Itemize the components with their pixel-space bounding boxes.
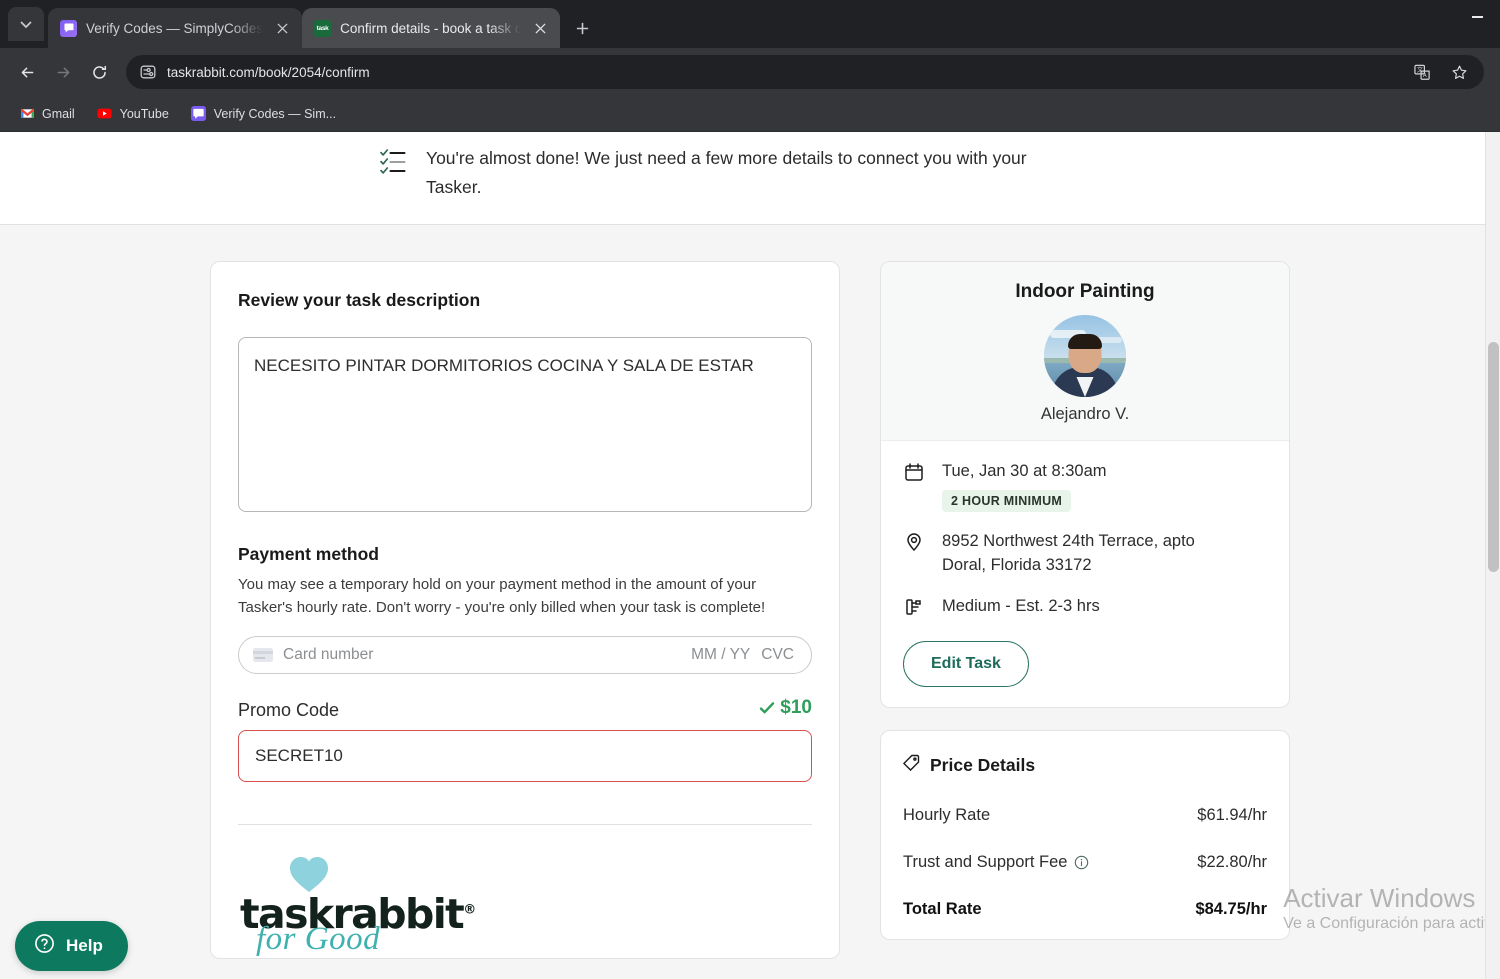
location-pin-icon — [903, 529, 925, 552]
bookmarks-bar: Gmail YouTube Verify Codes — Sim... — [0, 96, 1500, 132]
logo-tagline: for Good — [256, 920, 381, 957]
info-icon[interactable] — [1074, 855, 1089, 870]
reload-icon[interactable] — [82, 55, 116, 89]
bookmark-gmail[interactable]: Gmail — [10, 102, 84, 126]
page-body: Review your task description Payment met… — [0, 225, 1500, 979]
price-details-header: Price Details — [902, 754, 1267, 776]
star-icon[interactable] — [1446, 59, 1472, 85]
taskrabbit-icon: task — [314, 19, 332, 37]
detail-row-address: 8952 Northwest 24th Terrace, apto Doral,… — [903, 529, 1267, 577]
promo-code-label: Promo Code — [238, 700, 340, 720]
promo-applied-badge: $10 — [759, 697, 812, 719]
back-arrow-icon[interactable] — [10, 55, 44, 89]
ruler-icon — [903, 594, 925, 617]
browser-window: Verify Codes — SimplyCodes task Confirm … — [0, 0, 1500, 979]
task-size-estimate: Medium - Est. 2-3 hrs — [942, 597, 1100, 615]
price-label: Hourly Rate — [903, 806, 991, 824]
question-circle-icon — [34, 933, 55, 959]
tag-icon — [902, 754, 920, 776]
detail-row-datetime: Tue, Jan 30 at 8:30am 2 HOUR MINIMUM — [903, 459, 1267, 512]
url-text: taskrabbit.com/book/2054/confirm — [167, 64, 370, 80]
svg-text:A: A — [1422, 73, 1426, 79]
card-number-field[interactable]: Card number MM / YY CVC — [238, 636, 812, 674]
youtube-icon — [97, 106, 113, 122]
task-address-line1: 8952 Northwest 24th Terrace, apto — [942, 532, 1195, 550]
promo-amount: $10 — [780, 697, 812, 718]
help-label: Help — [66, 936, 103, 955]
price-label: Total Rate — [903, 900, 982, 918]
card-cvc-placeholder: CVC — [761, 646, 794, 663]
minimize-button[interactable] — [1454, 0, 1500, 34]
taskrabbit-for-good-logo: taskrabbit® for Good — [238, 825, 812, 958]
task-address-line2: Doral, Florida 33172 — [942, 556, 1092, 574]
bookmark-label: Gmail — [42, 106, 75, 121]
price-row-total: Total Rate $84.75/hr — [903, 900, 1267, 919]
forward-arrow-icon[interactable] — [46, 55, 80, 89]
site-settings-icon[interactable] — [140, 64, 156, 80]
card-number-placeholder: Card number — [283, 646, 374, 663]
tab-title: Verify Codes — SimplyCodes — [86, 20, 264, 36]
bookmark-youtube[interactable]: YouTube — [88, 102, 178, 126]
payment-description: You may see a temporary hold on your pay… — [238, 576, 766, 616]
bookmark-label: YouTube — [119, 106, 169, 121]
page-viewport: You're almost done! We just need a few m… — [0, 132, 1500, 979]
heart-icon — [288, 855, 330, 893]
registered-mark: ® — [463, 902, 476, 918]
calendar-icon — [903, 459, 925, 482]
tab-title: Confirm details - book a task or — [340, 20, 522, 36]
tab-strip: Verify Codes — SimplyCodes task Confirm … — [0, 0, 1500, 48]
task-detail-list: Tue, Jan 30 at 8:30am 2 HOUR MINIMUM 895… — [881, 441, 1289, 707]
price-value: $84.75/hr — [1195, 900, 1267, 918]
browser-toolbar: taskrabbit.com/book/2054/confirm 文 A — [0, 48, 1500, 96]
simplycodes-icon — [60, 19, 77, 37]
review-section-title: Review your task description — [238, 290, 481, 310]
task-summary-header: Indoor Painting Alejandro V. — [881, 262, 1289, 441]
task-details-form-card: Review your task description Payment met… — [210, 261, 840, 959]
price-value: $61.94/hr — [1197, 806, 1267, 824]
help-button[interactable]: Help — [15, 921, 128, 971]
browser-tab-2[interactable]: task Confirm details - book a task or — [302, 8, 561, 48]
task-category-title: Indoor Painting — [1015, 281, 1155, 302]
simplycodes-icon — [191, 106, 207, 122]
page-scrollbar[interactable] — [1485, 132, 1500, 979]
detail-row-size: Medium - Est. 2-3 hrs — [903, 594, 1267, 618]
bookmark-label: Verify Codes — Sim... — [213, 106, 337, 121]
close-icon[interactable] — [272, 18, 292, 38]
browser-tab-1[interactable]: Verify Codes — SimplyCodes — [48, 8, 303, 48]
price-row-hourly: Hourly Rate $61.94/hr — [903, 806, 1267, 825]
price-value: $22.80/hr — [1197, 853, 1267, 871]
checklist-icon — [380, 147, 406, 202]
banner-text: You're almost done! We just need a few m… — [426, 148, 1027, 197]
price-label: Trust and Support Fee — [903, 853, 1068, 871]
promo-code-input[interactable] — [238, 730, 812, 782]
summary-column: Indoor Painting Alejandro V. Tue, Jan 30… — [880, 261, 1290, 940]
tasker-name: Alejandro V. — [1040, 405, 1130, 423]
price-row-trust-fee: Trust and Support Fee $22.80/hr — [903, 853, 1267, 872]
minimum-badge: 2 HOUR MINIMUM — [942, 490, 1072, 512]
address-bar[interactable]: taskrabbit.com/book/2054/confirm 文 A — [126, 55, 1484, 89]
check-icon — [760, 702, 775, 714]
payment-section-title: Payment method — [238, 544, 379, 564]
scrollbar-thumb[interactable] — [1488, 342, 1499, 572]
window-controls — [1454, 0, 1500, 34]
close-icon[interactable] — [530, 18, 550, 38]
translate-icon[interactable]: 文 A — [1409, 59, 1435, 85]
credit-card-icon — [253, 648, 273, 662]
price-details-card: Price Details Hourly Rate $61.94/hr Trus… — [880, 730, 1290, 940]
tab-search-chevron-icon[interactable] — [8, 7, 44, 41]
avatar — [1044, 315, 1126, 397]
new-tab-button[interactable] — [566, 12, 598, 44]
gmail-icon — [19, 106, 35, 122]
card-expiry-placeholder: MM / YY — [691, 646, 751, 663]
edit-task-button[interactable]: Edit Task — [903, 641, 1029, 687]
progress-banner: You're almost done! We just need a few m… — [0, 132, 1500, 225]
task-description-textarea[interactable] — [238, 337, 812, 512]
price-details-title: Price Details — [930, 754, 1036, 775]
task-datetime: Tue, Jan 30 at 8:30am — [942, 462, 1107, 480]
bookmark-verify-codes[interactable]: Verify Codes — Sim... — [182, 102, 345, 126]
task-summary-card: Indoor Painting Alejandro V. Tue, Jan 30… — [880, 261, 1290, 708]
